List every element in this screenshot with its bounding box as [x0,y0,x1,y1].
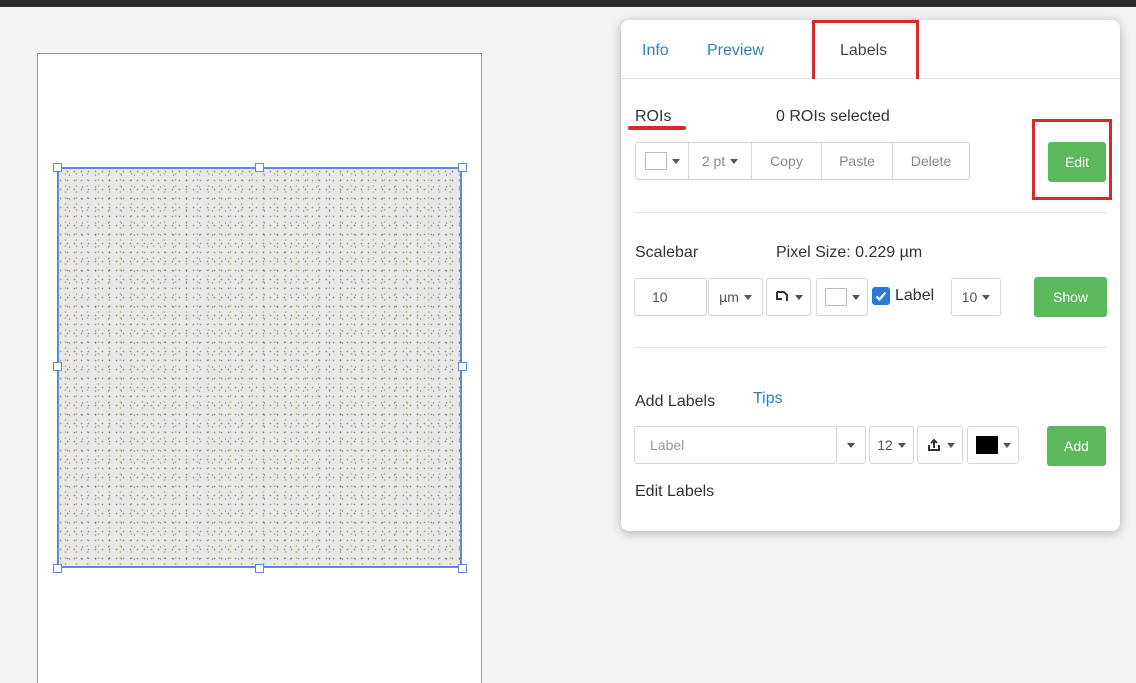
checkmark-icon [875,291,887,302]
copy-button[interactable]: Copy [751,142,822,180]
scalebar-font-size-value: 10 [961,289,978,305]
label-font-size-dropdown[interactable]: 12 [869,426,914,464]
resize-handle-top-right[interactable] [458,163,467,172]
label-color-swatch [975,436,998,454]
label-font-size-value: 12 [877,437,893,453]
tab-bar: Info Preview Labels [621,20,1120,79]
label-checkbox-text: Label [895,287,935,304]
tab-preview[interactable]: Preview [707,42,764,60]
label-presets-dropdown[interactable] [836,426,866,464]
chevron-down-icon [1002,442,1011,448]
scalebar-color-dropdown[interactable] [816,278,868,316]
chevron-down-icon [851,294,860,300]
chevron-down-icon [795,294,803,300]
roi-line-width-value: 2 pt [701,153,726,169]
label-checkbox[interactable] [872,287,890,305]
show-scalebar-button[interactable]: Show [1034,277,1107,317]
resize-handle-bottom-center[interactable] [255,564,264,573]
position-icon [927,438,940,451]
scalebar-color-swatch [824,288,847,306]
scalebar-position-dropdown[interactable] [766,278,811,316]
scalebar-title: Scalebar [635,244,699,261]
add-label-button[interactable]: Add [1047,426,1106,466]
rois-title: ROIs [635,108,672,125]
edit-labels-title: Edit Labels [635,483,715,500]
labels-panel: Info Preview Labels ROIs 0 ROIs selected… [621,20,1120,531]
chevron-down-icon [743,294,752,300]
chevron-down-icon [730,158,739,164]
roi-line-width-dropdown[interactable]: 2 pt [688,142,752,180]
tips-link[interactable]: Tips [753,390,783,408]
chevron-down-icon [946,442,955,448]
add-labels-title: Add Labels [635,393,716,410]
chevron-down-icon [847,442,855,448]
position-icon [776,291,788,301]
label-text-input[interactable]: Label [634,426,837,464]
scalebar-font-size-dropdown[interactable]: 10 [951,278,1001,316]
resize-handle-middle-left[interactable] [53,362,62,371]
resize-handle-middle-right[interactable] [458,362,467,371]
label-position-dropdown[interactable] [917,426,963,464]
scalebar-unit-dropdown[interactable]: µm [708,278,763,316]
resize-handle-bottom-right[interactable] [458,564,467,573]
rois-selected-count: 0 ROIs selected [776,108,890,125]
scalebar-length-value: 10 [652,289,668,305]
resize-handle-top-left[interactable] [53,163,62,172]
tab-labels-highlight [812,20,919,79]
divider [634,347,1107,348]
label-color-dropdown[interactable] [967,426,1019,464]
chevron-down-icon [982,294,991,300]
tab-info[interactable]: Info [642,42,669,60]
chevron-down-icon [671,158,680,164]
delete-button[interactable]: Delete [892,142,970,180]
pixel-size-text: Pixel Size: 0.229 µm [776,244,923,261]
chevron-down-icon [897,442,906,448]
roi-color-swatch [644,152,667,170]
rois-underline-annotation [628,126,686,130]
resize-handle-bottom-left[interactable] [53,564,62,573]
top-bar [0,0,1136,7]
resize-handle-top-center[interactable] [255,163,264,172]
selection-box[interactable] [57,167,462,568]
label-text-placeholder: Label [650,437,685,453]
edit-button-highlight [1032,119,1112,200]
scalebar-label-toggle[interactable]: Label [872,287,934,305]
scalebar-length-input[interactable]: 10 [634,278,707,316]
paste-button[interactable]: Paste [821,142,893,180]
scalebar-unit-value: µm [719,289,739,305]
roi-toolbar: 2 pt Copy Paste Delete [635,142,970,180]
divider [634,212,1107,213]
roi-color-dropdown[interactable] [635,142,689,180]
